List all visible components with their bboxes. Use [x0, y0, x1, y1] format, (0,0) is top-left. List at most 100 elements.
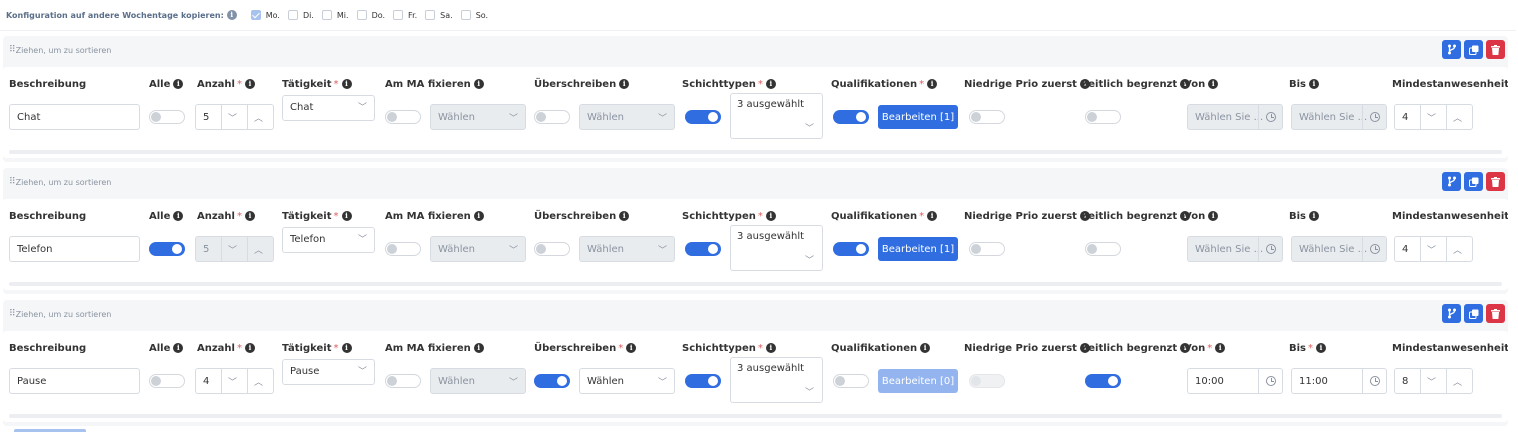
day-checkbox-mo[interactable]: Mo.: [250, 10, 280, 20]
schichttypen-select[interactable]: 3 ausgewählt ﹀: [730, 357, 823, 403]
info-icon[interactable]: i: [244, 211, 255, 221]
checkbox-icon[interactable]: [321, 10, 332, 20]
chevron-up-icon[interactable]: ︿: [254, 111, 263, 124]
niedrige-prio-toggle[interactable]: [969, 110, 1005, 124]
chevron-up-icon[interactable]: ︿: [254, 243, 263, 256]
clock-icon[interactable]: [1370, 376, 1380, 386]
info-icon[interactable]: i: [1309, 79, 1320, 89]
checkbox-icon[interactable]: [393, 10, 404, 20]
info-icon[interactable]: i: [1208, 79, 1219, 89]
niedrige-prio-toggle[interactable]: [969, 242, 1005, 256]
info-icon[interactable]: i: [244, 343, 255, 353]
drag-handle-icon[interactable]: ⠿: [9, 45, 15, 55]
beschreibung-input[interactable]: Telefon: [9, 236, 140, 262]
info-icon[interactable]: i: [341, 343, 352, 353]
schichttypen-toggle[interactable]: [685, 374, 721, 388]
info-icon[interactable]: i: [1316, 343, 1327, 353]
zeitlich-begrenzt-toggle[interactable]: [1085, 374, 1121, 388]
info-icon[interactable]: i: [920, 343, 931, 353]
day-checkbox-so[interactable]: So.: [460, 10, 488, 20]
anzahl-stepper[interactable]: 5 ﹀ ︿: [195, 104, 274, 130]
info-icon[interactable]: i: [173, 79, 184, 89]
checkbox-icon[interactable]: [356, 10, 367, 20]
info-icon[interactable]: i: [173, 343, 184, 353]
branch-button[interactable]: [1442, 172, 1461, 191]
mindestanwesenheit-stepper[interactable]: 4 ﹀ ︿: [1394, 104, 1473, 130]
taetigkeit-select[interactable]: Telefon ﹀: [282, 227, 375, 253]
chevron-up-icon[interactable]: ︿: [1453, 111, 1462, 124]
qualifikationen-edit-button[interactable]: Bearbeiten [1]: [878, 237, 958, 261]
delete-button[interactable]: [1486, 304, 1505, 323]
qualifikationen-edit-button[interactable]: Bearbeiten [1]: [878, 105, 958, 129]
chevron-down-icon[interactable]: ﹀: [228, 375, 237, 388]
zeitlich-begrenzt-toggle[interactable]: [1085, 242, 1121, 256]
drag-handle[interactable]: ⠿ Ziehen, um zu sortieren: [9, 177, 111, 187]
anzahl-stepper[interactable]: 4 ﹀ ︿: [195, 368, 274, 394]
taetigkeit-select[interactable]: Chat ﹀: [282, 95, 375, 121]
am-ma-toggle[interactable]: [385, 242, 421, 256]
ueberschreiben-toggle[interactable]: [534, 110, 570, 124]
day-checkbox-do[interactable]: Do.: [356, 10, 385, 20]
schichttypen-select[interactable]: 3 ausgewählt ﹀: [730, 225, 823, 271]
alle-toggle[interactable]: [149, 110, 185, 124]
alle-toggle[interactable]: [149, 374, 185, 388]
schichttypen-select[interactable]: 3 ausgewählt ﹀: [730, 93, 823, 139]
info-icon[interactable]: i: [765, 343, 776, 353]
info-icon[interactable]: i: [226, 10, 237, 20]
taetigkeit-select[interactable]: Pause ﹀: [282, 359, 375, 385]
chevron-up-icon[interactable]: ︿: [254, 375, 263, 388]
drag-handle[interactable]: ⠿ Ziehen, um zu sortieren: [9, 45, 111, 55]
anzahl-stepper[interactable]: 5 ﹀ ︿: [195, 236, 274, 262]
ueberschreiben-select[interactable]: Wählen ﹀: [579, 368, 675, 394]
day-checkbox-fr[interactable]: Fr.: [393, 10, 417, 20]
ueberschreiben-toggle[interactable]: [534, 242, 570, 256]
chevron-down-icon[interactable]: ﹀: [1427, 375, 1436, 388]
info-icon[interactable]: i: [765, 79, 776, 89]
chevron-down-icon[interactable]: ﹀: [1427, 243, 1436, 256]
info-icon[interactable]: i: [473, 79, 484, 89]
info-icon[interactable]: i: [341, 211, 352, 221]
drag-handle-icon[interactable]: ⠿: [9, 177, 15, 187]
copy-button[interactable]: [1464, 172, 1483, 191]
checkbox-icon[interactable]: [287, 10, 298, 20]
info-icon[interactable]: i: [927, 211, 938, 221]
checkbox-icon[interactable]: [250, 10, 261, 20]
clock-icon[interactable]: [1266, 112, 1276, 122]
clock-icon[interactable]: [1370, 244, 1380, 254]
horizontal-scrollbar[interactable]: [9, 414, 1502, 418]
info-icon[interactable]: i: [626, 343, 637, 353]
horizontal-scrollbar[interactable]: [9, 282, 1502, 286]
info-icon[interactable]: i: [244, 79, 255, 89]
ueberschreiben-toggle[interactable]: [534, 374, 570, 388]
clock-icon[interactable]: [1370, 112, 1380, 122]
clock-icon[interactable]: [1266, 244, 1276, 254]
branch-button[interactable]: [1442, 304, 1461, 323]
delete-button[interactable]: [1486, 40, 1505, 59]
info-icon[interactable]: i: [1215, 343, 1226, 353]
clock-icon[interactable]: [1266, 376, 1276, 386]
info-icon[interactable]: i: [765, 211, 776, 221]
chevron-down-icon[interactable]: ﹀: [1427, 111, 1436, 124]
info-icon[interactable]: i: [473, 211, 484, 221]
beschreibung-input[interactable]: Pause: [9, 368, 140, 394]
mindestanwesenheit-stepper[interactable]: 8 ﹀ ︿: [1394, 368, 1473, 394]
schichttypen-toggle[interactable]: [685, 110, 721, 124]
day-checkbox-mi[interactable]: Mi.: [321, 10, 349, 20]
chevron-up-icon[interactable]: ︿: [1453, 375, 1462, 388]
chevron-down-icon[interactable]: ﹀: [228, 111, 237, 124]
copy-button[interactable]: [1464, 40, 1483, 59]
delete-button[interactable]: [1486, 172, 1505, 191]
von-time-input[interactable]: 10:00: [1187, 368, 1283, 394]
alle-toggle[interactable]: [149, 242, 185, 256]
branch-button[interactable]: [1442, 40, 1461, 59]
bis-time-input[interactable]: 11:00: [1291, 368, 1387, 394]
zeitlich-begrenzt-toggle[interactable]: [1085, 110, 1121, 124]
am-ma-toggle[interactable]: [385, 110, 421, 124]
info-icon[interactable]: i: [619, 211, 630, 221]
qualifikationen-toggle[interactable]: [833, 374, 869, 388]
info-icon[interactable]: i: [1309, 211, 1320, 221]
day-checkbox-sa[interactable]: Sa.: [425, 10, 453, 20]
info-icon[interactable]: i: [473, 343, 484, 353]
info-icon[interactable]: i: [1208, 211, 1219, 221]
qualifikationen-toggle[interactable]: [833, 242, 869, 256]
